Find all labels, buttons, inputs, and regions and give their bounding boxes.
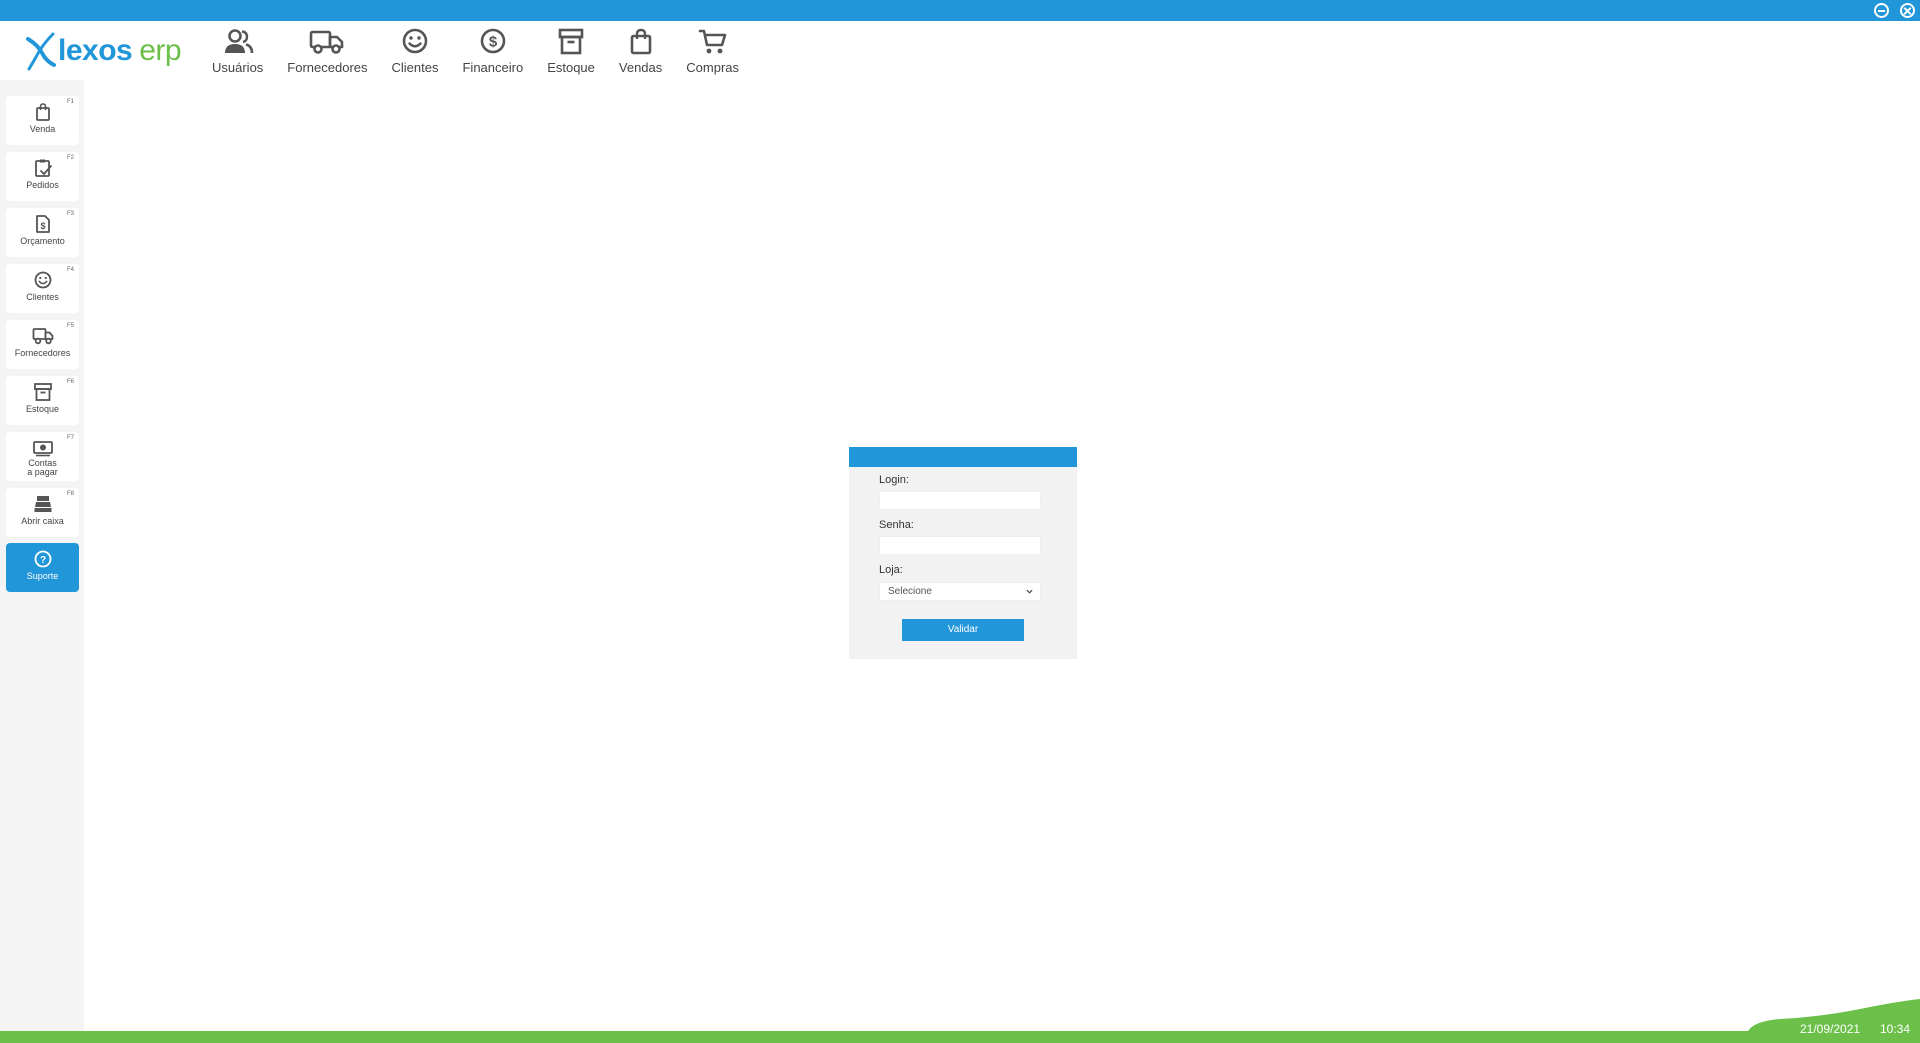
sidebar-item-label: Clientes [26,292,59,302]
truck-icon [310,30,344,54]
store-select-value: Selecione [888,586,932,597]
login-card: Login: Senha: Loja: Selecione Validar [849,447,1077,659]
store-select[interactable]: Selecione [879,582,1041,601]
login-input[interactable] [879,491,1041,510]
svg-text:$: $ [40,221,45,231]
invoice-icon: $ [36,215,50,233]
nav-label: Financeiro [462,60,524,75]
nav-item-usuarios[interactable]: Usuários [200,27,275,77]
shortcut-key: F4 [66,267,74,273]
sidebar-item-label: Estoque [25,404,60,414]
nav-item-fornecedores[interactable]: Fornecedores [275,27,379,77]
nav-label: Fornecedores [287,60,368,75]
shopping-bag-icon [630,28,651,55]
sidebar-item-orcamento[interactable]: F3 $ Orçamento [6,208,79,257]
sidebar-item-label: Fornecedores [14,348,71,358]
money-icon [33,441,53,457]
status-bar [0,1031,1920,1043]
archive-icon [558,28,584,55]
nav-item-vendas[interactable]: Vendas [607,27,674,77]
clipboard-check-icon [35,159,52,177]
shortcut-key: F6 [66,379,74,385]
sidebar-item-label: Orçamento [20,236,65,246]
nav-label: Clientes [391,60,439,75]
nav-label: Usuários [212,60,264,75]
logo: lexos erp [26,29,186,73]
svg-text:$: $ [489,34,498,51]
logo-mark-icon [26,32,56,71]
login-card-header [849,447,1077,467]
smile-icon [34,271,52,289]
status-date: 21/09/2021 [1800,1022,1861,1036]
svg-text:?: ? [40,555,46,566]
sidebar-item-fornecedores[interactable]: F5 Fornecedores [6,320,79,369]
shortcut-key: F2 [66,155,74,161]
sidebar-item-contas-a-pagar[interactable]: F7 Contas a pagar [6,432,79,481]
sidebar-item-estoque[interactable]: F6 Estoque [6,376,79,425]
sidebar-item-label: Pedidos [26,180,59,190]
sidebar-item-label-line2: a pagar [27,467,58,477]
archive-icon [34,383,52,401]
smile-icon [402,28,428,54]
chevron-down-icon [1026,589,1033,594]
truck-icon [32,328,54,345]
logo-name: lexos [58,34,133,67]
nav-label: Vendas [618,60,663,75]
sidebar-item-label: Suporte [26,571,59,581]
shortcut-key: F7 [66,435,74,441]
sidebar-item-label: Abrir caixa [21,516,64,526]
password-label: Senha: [879,519,914,531]
shortcut-key: F5 [66,323,74,329]
nav-item-estoque[interactable]: Estoque [535,27,607,77]
status-time: 10:34 [1880,1022,1911,1036]
help-icon: ? [34,550,52,568]
store-label: Loja: [879,564,903,576]
shopping-bag-icon [36,103,50,121]
sidebar-item-pedidos[interactable]: F2 Pedidos [6,152,79,201]
shortcut-key: F1 [66,99,74,105]
sidebar: F1 Venda F2 Pedidos F3 $ Orçamento F4 Cl… [0,80,84,1031]
title-bar [0,0,1920,21]
dollar-icon: $ [480,28,506,54]
password-input[interactable] [879,536,1041,555]
cash-register-icon [34,496,52,512]
shortcut-key: F3 [66,211,74,217]
login-label: Login: [879,474,909,486]
header: lexos erp Usuários Fornecedores Clientes… [0,21,1920,80]
nav-item-financeiro[interactable]: $ Financeiro [450,27,535,77]
users-icon [224,29,253,54]
validate-button[interactable]: Validar [902,619,1024,641]
sidebar-item-suporte[interactable]: ? Suporte [6,543,79,592]
minimize-icon[interactable] [1874,3,1889,18]
nav-label: Estoque [547,60,595,75]
sidebar-item-venda[interactable]: F1 Venda [6,96,79,145]
nav-item-clientes[interactable]: Clientes [380,27,451,77]
nav-label: Compras [686,60,740,75]
cart-icon [698,29,726,54]
sidebar-item-label: Contas a pagar [6,459,79,477]
sidebar-item-label: Venda [29,124,56,134]
sidebar-item-clientes[interactable]: F4 Clientes [6,264,79,313]
top-navigation: Usuários Fornecedores Clientes $ Finance… [200,27,751,77]
logo-suffix: erp [139,34,182,67]
shortcut-key: F8 [66,491,74,497]
nav-item-compras[interactable]: Compras [674,27,751,77]
sidebar-item-abrir-caixa[interactable]: F8 Abrir caixa [6,488,79,537]
close-icon[interactable] [1900,3,1915,18]
